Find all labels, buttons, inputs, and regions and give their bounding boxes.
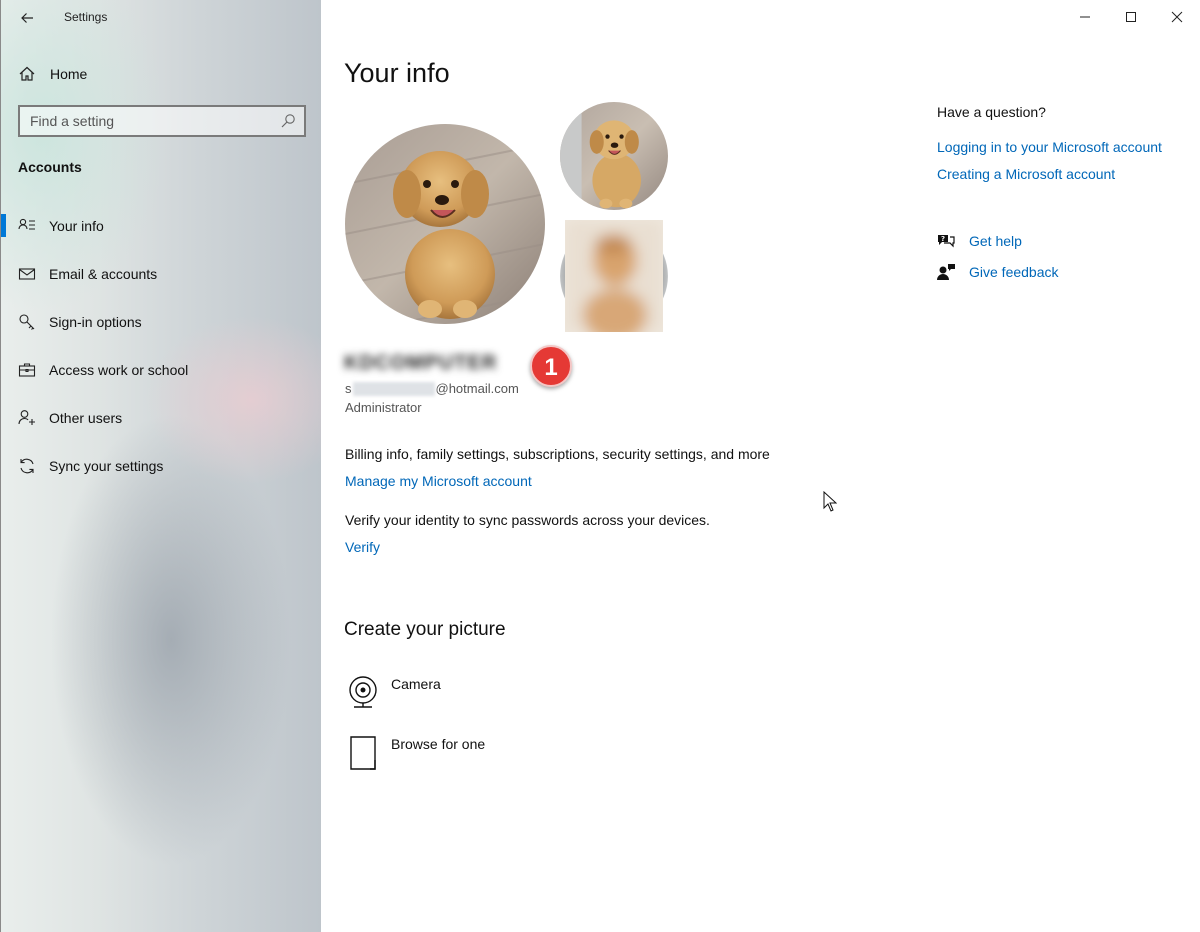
- app-title: Settings: [64, 10, 108, 24]
- browse-option[interactable]: Browse for one: [345, 734, 485, 774]
- dog-photo-icon: [345, 124, 545, 324]
- account-role: Administrator: [345, 400, 422, 415]
- get-help-label: Get help: [969, 233, 1022, 249]
- browse-label: Browse for one: [391, 736, 486, 752]
- close-button[interactable]: [1154, 0, 1200, 34]
- sidebar-item-other-users[interactable]: Other users: [1, 394, 322, 442]
- help-link-creating-account[interactable]: Creating a Microsoft account: [937, 166, 1115, 182]
- chat-help-icon: ?: [938, 235, 955, 248]
- search-icon[interactable]: [280, 113, 296, 129]
- manage-account-link[interactable]: Manage my Microsoft account: [345, 473, 532, 489]
- help-link-logging-in[interactable]: Logging in to your Microsoft account: [937, 139, 1162, 155]
- give-feedback-label: Give feedback: [969, 264, 1059, 280]
- sidebar-item-label: Sign-in options: [49, 314, 142, 330]
- person-list-icon: [18, 218, 35, 230]
- key-icon: [19, 314, 35, 330]
- maximize-icon: [1126, 12, 1136, 22]
- section-title: Accounts: [18, 159, 82, 175]
- minimize-icon: [1080, 16, 1090, 18]
- search-box: [18, 105, 306, 137]
- back-button[interactable]: [13, 6, 41, 30]
- mail-icon: [18, 268, 36, 280]
- get-help-link[interactable]: ? Get help: [937, 232, 1022, 250]
- email-address: s @hotmail.com: [345, 381, 519, 396]
- sidebar-item-label: Access work or school: [49, 362, 189, 378]
- step-number-badge: 1: [530, 345, 572, 387]
- blurred-photo-icon: [565, 220, 663, 332]
- sidebar-item-label: Your info: [49, 218, 104, 234]
- sidebar-item-sync-settings[interactable]: Sync your settings: [1, 442, 322, 490]
- sidebar-item-your-info[interactable]: Your info: [1, 202, 322, 250]
- sidebar-item-label: Email & accounts: [49, 266, 158, 282]
- sidebar: Settings Home Accounts Your info: [0, 0, 321, 932]
- email-prefix: s: [345, 381, 352, 396]
- svg-text:?: ?: [941, 235, 945, 243]
- user-name: KDCOMPUTER: [344, 352, 498, 374]
- maximize-button[interactable]: [1108, 0, 1154, 34]
- sidebar-item-label: Sync your settings: [49, 458, 164, 474]
- email-domain: @hotmail.com: [435, 381, 519, 396]
- file-icon: [350, 736, 376, 770]
- sidebar-item-email-accounts[interactable]: Email & accounts: [1, 250, 322, 298]
- feedback-icon: [937, 264, 955, 280]
- home-nav-item[interactable]: Home: [18, 62, 87, 86]
- blurred-profile-picture[interactable]: [565, 220, 663, 332]
- arrow-left-icon: [21, 13, 33, 23]
- create-picture-title: Create your picture: [344, 619, 506, 640]
- search-input[interactable]: [20, 107, 270, 135]
- verify-link[interactable]: Verify: [345, 539, 380, 555]
- home-label: Home: [50, 66, 88, 82]
- sidebar-item-access-work[interactable]: Access work or school: [1, 346, 322, 394]
- verify-description: Verify your identity to sync passwords a…: [345, 512, 710, 528]
- profile-picture: [345, 124, 545, 324]
- sidebar-item-label: Other users: [49, 410, 123, 426]
- person-add-icon: [18, 410, 35, 425]
- help-heading: Have a question?: [937, 104, 1046, 120]
- home-icon: [19, 66, 35, 81]
- camera-label: Camera: [391, 676, 441, 692]
- page-title: Your info: [344, 58, 450, 88]
- sidebar-item-sign-in-options[interactable]: Sign-in options: [1, 298, 322, 346]
- title-bar: Settings: [1, 0, 322, 36]
- sync-icon: [20, 458, 34, 474]
- billing-description: Billing info, family settings, subscript…: [345, 446, 770, 462]
- camera-icon: [349, 676, 377, 708]
- email-redacted: [352, 381, 435, 396]
- mouse-cursor-icon: [823, 491, 837, 512]
- minimize-button[interactable]: [1062, 0, 1108, 34]
- camera-option[interactable]: Camera: [345, 674, 441, 714]
- profile-picture-thumbnail[interactable]: [560, 102, 668, 210]
- briefcase-icon: [18, 363, 36, 377]
- sidebar-nav: Your info Email & accounts Sign-in optio…: [1, 202, 322, 490]
- dog-photo-icon: [560, 102, 668, 210]
- give-feedback-link[interactable]: Give feedback: [937, 263, 1059, 281]
- close-icon: [1171, 11, 1183, 23]
